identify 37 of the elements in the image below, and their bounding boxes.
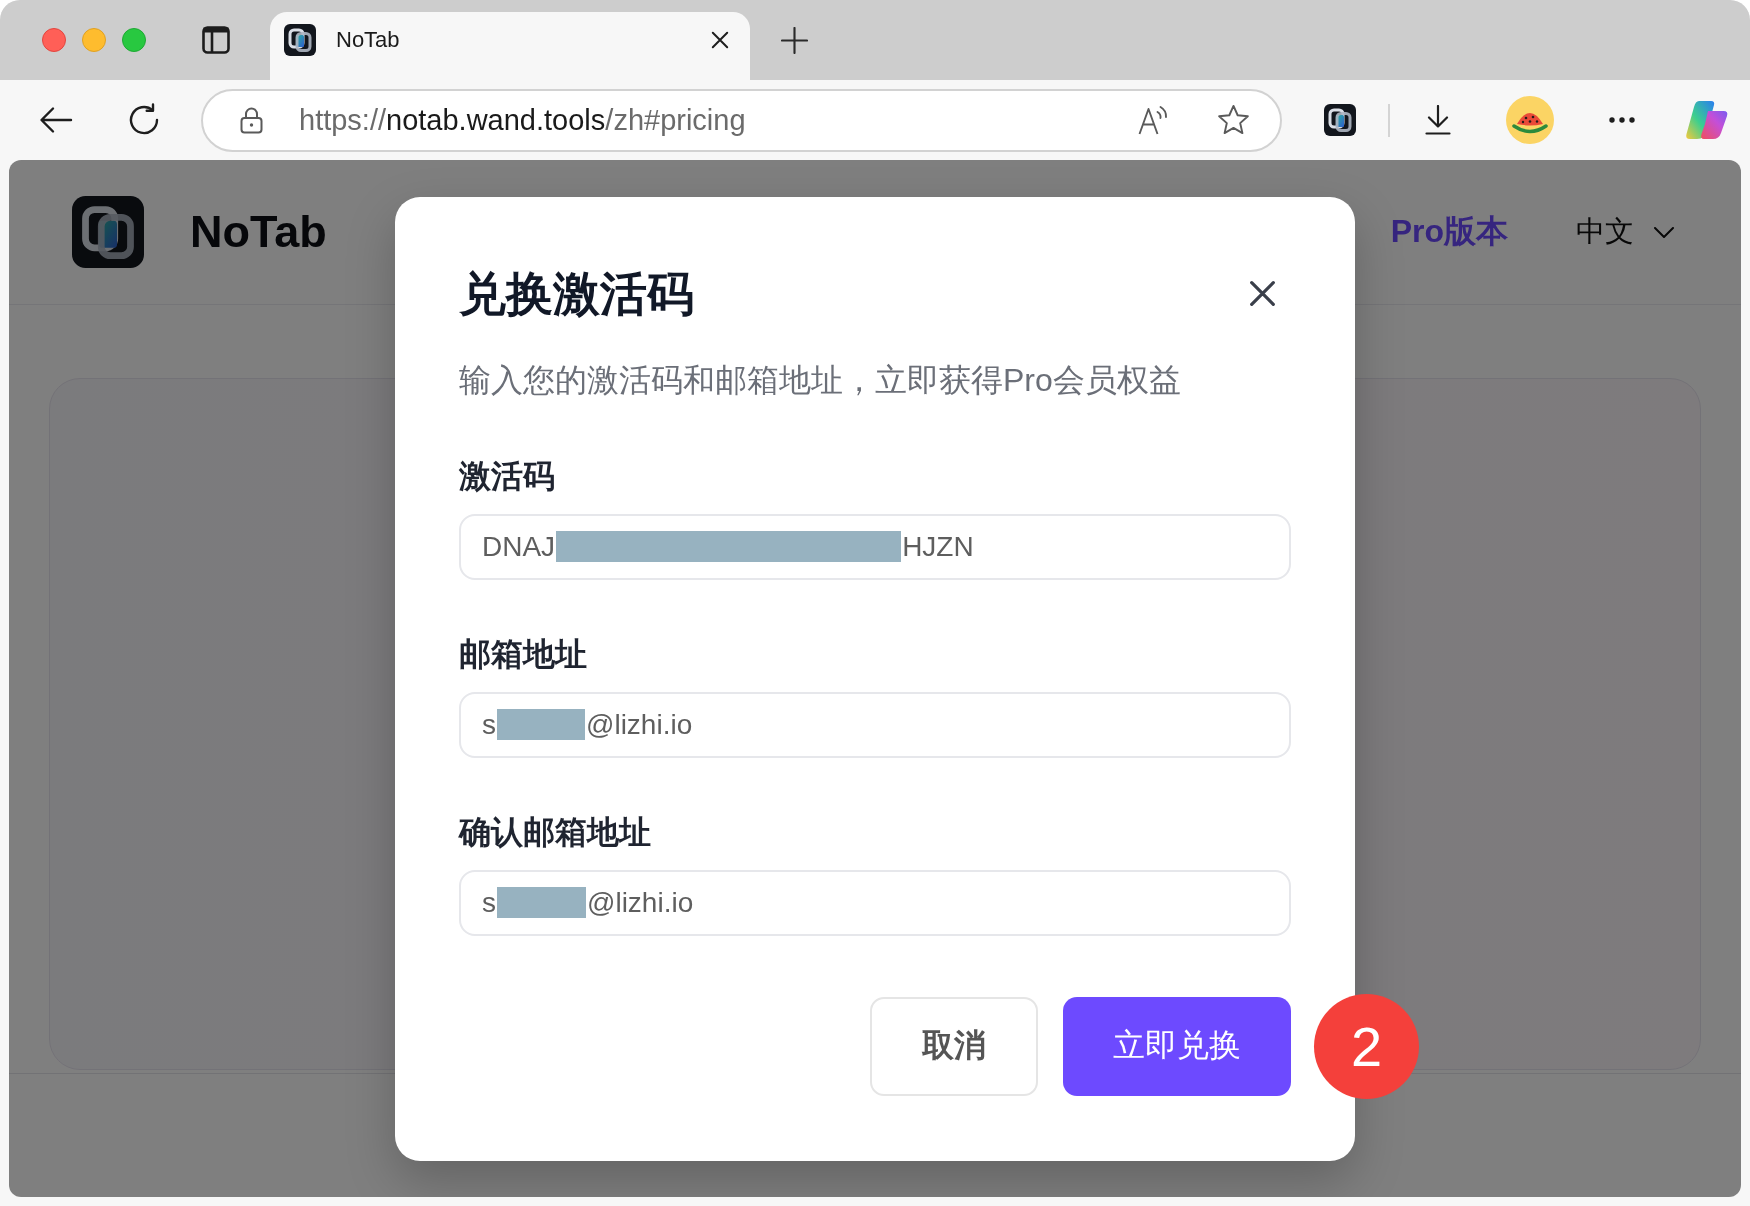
site-name: NoTab [190,206,327,258]
language-selector[interactable]: 中文 [1576,212,1674,252]
input-field[interactable]: s @lizhi.io [459,691,1291,758]
lock-icon[interactable] [240,106,263,134]
dialog-title: 兑换激活码 [459,265,694,322]
more-icon[interactable] [1609,117,1635,123]
input-field[interactable]: s @lizhi.io [459,869,1291,936]
input-text: @lizhi.io [587,886,694,919]
chevron-down-icon[interactable] [1654,226,1674,238]
input-text: DNAJ [482,530,556,563]
redeem-button[interactable]: 立即兑换 [1063,996,1291,1096]
app-logo-icon[interactable] [284,24,316,56]
field-label: 激活码 [459,456,556,496]
dialog-description: 输入您的激活码和邮箱地址，立即获得Pro会员权益 [459,360,1182,400]
browser-tab[interactable]: NoTab [270,12,750,80]
watermelon-icon[interactable] [1506,96,1554,144]
input-text: s [482,708,496,741]
gradient-logo-icon[interactable] [1684,100,1729,140]
field-label: 邮箱地址 [459,634,588,674]
plus-icon[interactable] [781,26,808,54]
app-logo-icon [72,196,144,268]
input-text: @lizhi.io [586,708,693,741]
refresh-icon[interactable] [127,103,161,137]
address-bar[interactable]: https://notab.wand.tools/zh#pricing [201,88,1282,152]
arrow-left-icon[interactable] [39,106,73,134]
close-icon[interactable] [1249,280,1276,307]
star-icon[interactable] [1217,104,1250,136]
close-icon[interactable] [711,31,729,49]
cancel-button[interactable]: 取消 [870,996,1038,1096]
sidebar-icon[interactable] [202,26,230,54]
download-icon[interactable] [1425,105,1451,135]
input-text: s [482,886,496,919]
field-label: 确认邮箱地址 [459,812,652,852]
input-text: HJZN [902,530,974,563]
app-logo-icon[interactable] [1324,104,1356,136]
read-aloud-icon[interactable] [1138,105,1170,135]
input-field[interactable]: DNAJ HJZN [459,513,1291,580]
